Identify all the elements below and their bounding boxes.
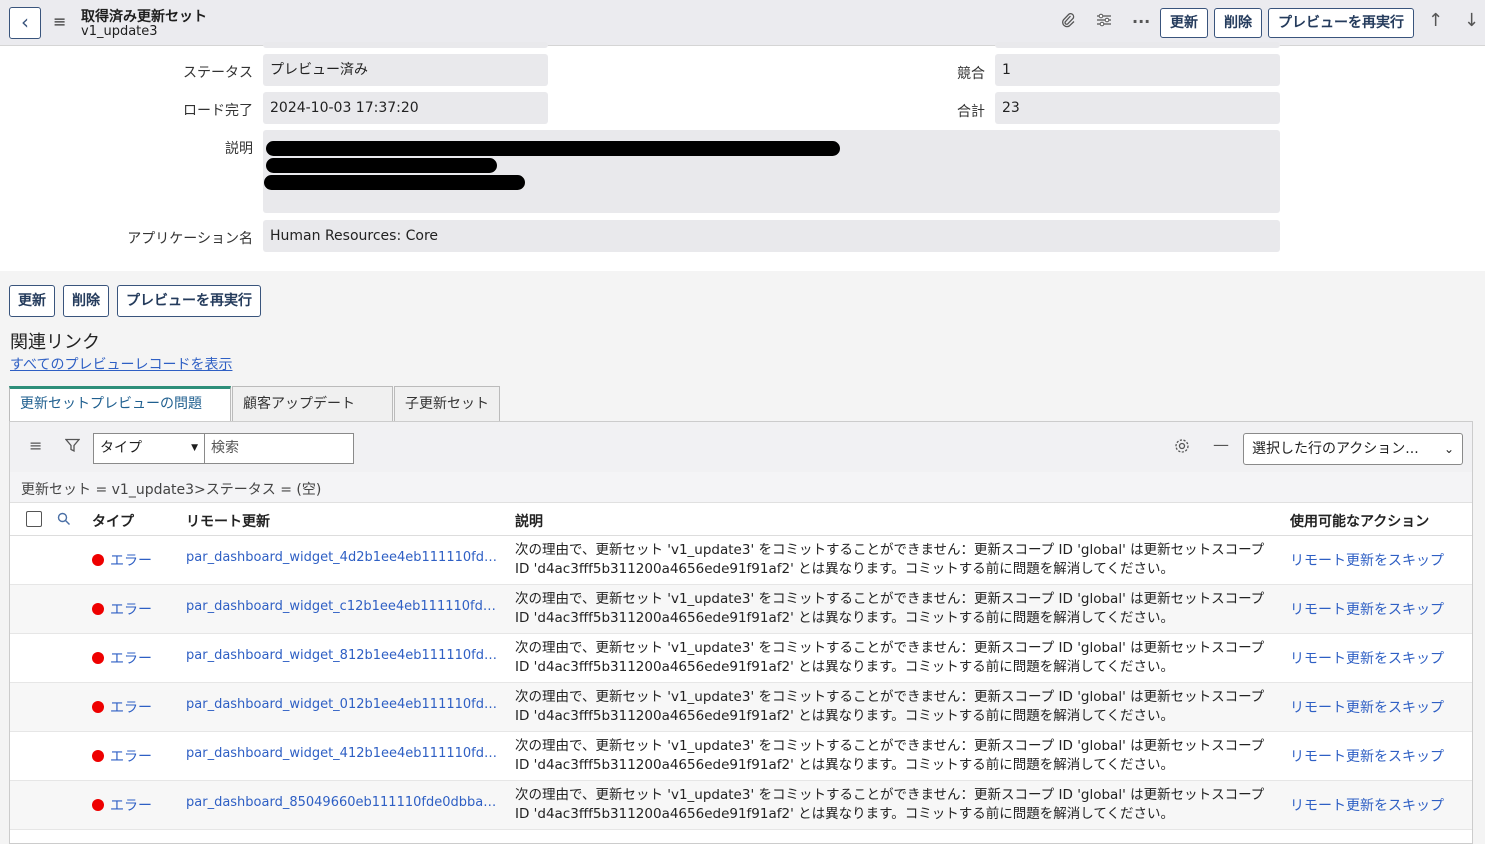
description-field[interactable] [263, 130, 1280, 213]
loaded-label: ロード完了 [183, 103, 253, 119]
breadcrumb[interactable]: 更新セット = v1_update3>ステータス = (空) [21, 479, 321, 499]
filter-breadcrumb-bar: 更新セット = v1_update3>ステータス = (空) [10, 472, 1472, 503]
search-icon[interactable] [57, 511, 71, 530]
column-header-remote[interactable]: リモート更新 [186, 511, 270, 531]
error-status-dot [92, 603, 104, 615]
error-status-dot [92, 799, 104, 811]
description-label: 説明 [225, 141, 253, 157]
error-status-dot [92, 701, 104, 713]
back-arrow-icon[interactable]: ‹ [9, 7, 41, 39]
sliders-icon[interactable] [1096, 12, 1112, 32]
list-menu-icon[interactable]: ≡ [29, 436, 42, 455]
app-name-label: アプリケーション名 [127, 231, 253, 247]
redaction-bar [266, 158, 497, 173]
cut-off-field [263, 42, 548, 48]
description-cell: 次の理由で、更新セット 'v1_update3' をコミットすることができません… [515, 640, 1265, 675]
table-row: エラー par_dashboard_widget_412b1ee4eb11111… [10, 732, 1472, 781]
redaction-bar [264, 175, 525, 190]
type-cell[interactable]: エラー [110, 746, 152, 766]
cut-off-field-right [995, 42, 1280, 48]
list-toolbar: ≡ タイプ ▼ 検索 — 選択した行のアクション... ⌄ [10, 422, 1472, 472]
related-list-panel: ≡ タイプ ▼ 検索 — 選択した行のアクション... ⌄ 更新セット = v1_u… [9, 421, 1473, 844]
skip-remote-update-link[interactable]: リモート更新をスキップ [1290, 795, 1444, 815]
type-cell[interactable]: エラー [110, 599, 152, 619]
tab-preview-problems[interactable]: 更新セットプレビューの問題 (6) [9, 386, 231, 442]
show-all-preview-records-link[interactable]: すべてのプレビューレコードを表示 [10, 354, 232, 374]
type-cell[interactable]: エラー [110, 648, 152, 668]
app-name-field[interactable]: Human Resources: Core [263, 220, 1280, 252]
skip-remote-update-link[interactable]: リモート更新をスキップ [1290, 648, 1444, 668]
redaction-bar [266, 141, 840, 156]
remote-update-link[interactable]: par_dashboard_widget_4d2b1ee4eb111110fde… [186, 550, 498, 565]
error-status-dot [92, 554, 104, 566]
table-row: エラー par_dashboard_85049660eb111110fde0db… [10, 781, 1472, 830]
status-label: ステータス [183, 65, 253, 81]
table-row: エラー par_dashboard_widget_012b1ee4eb11111… [10, 683, 1472, 732]
conflict-field[interactable]: 1 [995, 54, 1280, 86]
arrow-down-icon[interactable]: ↓ [1464, 10, 1479, 31]
remote-update-link[interactable]: par_dashboard_widget_012b1ee4eb111110fde… [186, 697, 498, 712]
filter-icon[interactable] [64, 438, 81, 457]
description-cell: 次の理由で、更新セット 'v1_update3' をコミットすることができません… [515, 738, 1265, 773]
type-select[interactable]: タイプ ▼ [93, 433, 205, 464]
hamburger-menu-icon[interactable]: ≡ [53, 12, 66, 31]
column-header-type[interactable]: タイプ [92, 511, 134, 531]
select-all-checkbox[interactable] [26, 511, 42, 527]
table-row: エラー par_dashboard_widget_812b1ee4eb11111… [10, 634, 1472, 683]
type-cell[interactable]: エラー [110, 795, 152, 815]
remote-update-link[interactable]: par_dashboard_85049660eb111110fde0dbba03… [186, 795, 498, 810]
total-field[interactable]: 23 [995, 92, 1280, 124]
gear-icon[interactable] [1174, 438, 1190, 458]
table-row: エラー par_dashboard_widget_4d2b1ee4eb11111… [10, 536, 1472, 585]
row-action-select[interactable]: 選択した行のアクション... ⌄ [1243, 433, 1463, 465]
update-button-bottom[interactable]: 更新 [9, 285, 55, 317]
loaded-field[interactable]: 2024-10-03 17:37:20 [263, 92, 548, 124]
table-row: エラー par_dashboard_widget_c12b1ee4eb11111… [10, 585, 1472, 634]
paperclip-icon[interactable] [1060, 12, 1076, 32]
description-cell: 次の理由で、更新セット 'v1_update3' をコミットすることができません… [515, 542, 1265, 577]
tab-child-update-sets[interactable]: 子更新セット [394, 386, 500, 421]
remote-update-link[interactable]: par_dashboard_widget_412b1ee4eb111110fde… [186, 746, 498, 761]
type-cell[interactable]: エラー [110, 550, 152, 570]
error-status-dot [92, 652, 104, 664]
minus-icon[interactable]: — [1213, 435, 1229, 454]
page-title: 取得済み更新セット [81, 9, 207, 25]
table-header: タイプ リモート更新 説明 使用可能なアクション [10, 503, 1472, 536]
status-field[interactable]: プレビュー済み [263, 54, 548, 86]
column-header-actions[interactable]: 使用可能なアクション [1290, 511, 1429, 531]
column-header-description[interactable]: 説明 [515, 511, 543, 531]
more-icon[interactable]: ··· [1132, 12, 1150, 31]
skip-remote-update-link[interactable]: リモート更新をスキップ [1290, 599, 1444, 619]
skip-remote-update-link[interactable]: リモート更新をスキップ [1290, 550, 1444, 570]
skip-remote-update-link[interactable]: リモート更新をスキップ [1290, 697, 1444, 717]
total-label: 合計 [957, 104, 985, 120]
arrow-up-icon[interactable]: ↑ [1428, 10, 1443, 31]
remote-update-link[interactable]: par_dashboard_widget_812b1ee4eb111110fde… [186, 648, 498, 663]
tab-customer-updates[interactable]: 顧客アップデート (23) [232, 386, 393, 446]
type-cell[interactable]: エラー [110, 697, 152, 717]
related-links-title: 関連リンク [10, 332, 100, 353]
rerun-preview-button[interactable]: プレビューを再実行 [1268, 8, 1414, 38]
description-cell: 次の理由で、更新セット 'v1_update3' をコミットすることができません… [515, 689, 1265, 724]
update-button[interactable]: 更新 [1160, 8, 1208, 38]
delete-button[interactable]: 削除 [1214, 8, 1262, 38]
page-subtitle: v1_update3 [81, 24, 158, 39]
form-section: ステータス プレビュー済み 競合 1 ロード完了 2024-10-03 17:3… [0, 42, 1485, 271]
form-header: ‹ ≡ 取得済み更新セット v1_update3 ··· 更新 削除 プレビュー… [0, 0, 1485, 46]
description-cell: 次の理由で、更新セット 'v1_update3' をコミットすることができません… [515, 591, 1265, 626]
remote-update-link[interactable]: par_dashboard_widget_c12b1ee4eb111110fde… [186, 599, 498, 614]
conflict-label: 競合 [957, 66, 985, 82]
search-input[interactable]: 検索 [204, 433, 354, 464]
rerun-preview-button-bottom[interactable]: プレビューを再実行 [117, 285, 261, 317]
error-status-dot [92, 750, 104, 762]
skip-remote-update-link[interactable]: リモート更新をスキップ [1290, 746, 1444, 766]
description-cell: 次の理由で、更新セット 'v1_update3' をコミットすることができません… [515, 787, 1265, 822]
delete-button-bottom[interactable]: 削除 [63, 285, 109, 317]
